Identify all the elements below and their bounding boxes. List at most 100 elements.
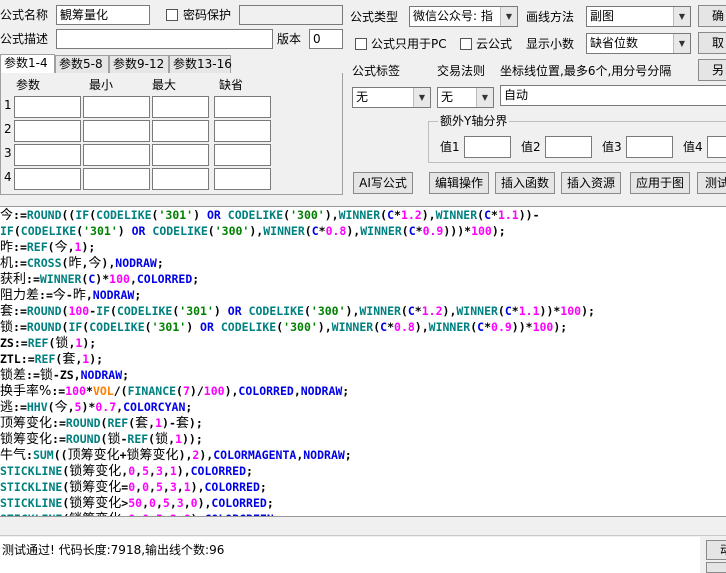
cancel-button[interactable]: 取 [698, 32, 726, 54]
chevron-down-icon: ▼ [476, 88, 493, 107]
code-line: 今:=ROUND((IF(CODELIKE('301') OR CODELIKE… [0, 208, 540, 223]
chevron-down-icon: ▼ [673, 7, 690, 26]
code-line: 机:=CROSS(昨,今),NODRAW; [0, 256, 164, 271]
axis-value3-input[interactable] [626, 136, 673, 158]
param-name-cell[interactable] [14, 144, 81, 166]
formula-desc-label: 公式描述 [0, 32, 49, 46]
decimals-label: 显示小数 [526, 37, 575, 51]
tab-params-9-12[interactable]: 参数9-12 [109, 55, 169, 73]
edit-operation-button[interactable]: 编辑操作 [429, 172, 489, 194]
param-name-cell[interactable] [14, 168, 81, 190]
param-min-cell[interactable] [83, 120, 150, 142]
axis-value2-label: 值2 [521, 140, 541, 154]
status-panel: 测试通过! 代码长度:7918,输出线个数:96 [0, 537, 700, 573]
code-line: IF(CODELIKE('301') OR CODELIKE('300'),WI… [0, 224, 506, 238]
password-input[interactable] [239, 5, 343, 25]
param-name-cell[interactable] [14, 120, 81, 142]
param-name-cell[interactable] [14, 96, 81, 118]
password-checkbox[interactable] [166, 9, 178, 21]
param-default-cell[interactable] [214, 168, 271, 190]
chevron-down-icon: ▼ [500, 7, 517, 26]
chevron-down-icon: ▼ [413, 88, 430, 107]
code-line: ZTL:=REF(套,1); [0, 352, 104, 367]
code-line: 阻力差:=今-昨,NODRAW; [0, 288, 142, 303]
code-line: 锁差:=锁-ZS,NODRAW; [0, 368, 130, 383]
param-min-cell[interactable] [83, 168, 150, 190]
tab-params-13-16[interactable]: 参数13-16 [169, 55, 232, 73]
pc-only-label: 公式只用于PC [371, 37, 447, 51]
axis-value3-label: 值3 [602, 140, 622, 154]
draw-method-value: 副图 [590, 9, 615, 23]
formula-name-input[interactable]: 観筹量化 [56, 5, 150, 25]
insert-resource-button[interactable]: 插入资源 [561, 172, 621, 194]
param-default-cell[interactable] [214, 120, 271, 142]
param-max-cell[interactable] [152, 120, 209, 142]
formula-name-label: 公式名称 [0, 8, 49, 22]
code-line: STICKLINE(锁筹变化,0,5,3,1),COLORRED; [0, 464, 253, 479]
formula-desc-input[interactable] [56, 29, 273, 49]
param-row-num: 3 [4, 146, 12, 160]
formula-tag-select[interactable]: 无 ▼ [352, 87, 431, 108]
save-as-button[interactable]: 另 [698, 59, 726, 81]
axis-value4-input[interactable] [707, 136, 726, 158]
extra-y-axis-label: 额外Y轴分界 [438, 114, 510, 128]
param-header-max: 最大 [152, 78, 177, 92]
confirm-button[interactable]: 确 [698, 5, 726, 27]
param-row-num: 1 [4, 98, 12, 112]
ai-write-formula-button[interactable]: AI写公式 [353, 172, 413, 194]
cloud-label: 云公式 [476, 37, 513, 51]
draw-method-select[interactable]: 副图 ▼ [586, 6, 691, 27]
code-line: 锁筹变化:=ROUND(锁-REF(锁,1)); [0, 432, 203, 447]
param-max-cell[interactable] [152, 168, 209, 190]
code-line: STICKLINE(锁筹变化=0,0,5,3,1),COLORRED; [0, 480, 267, 495]
formula-tag-label: 公式标签 [352, 64, 401, 78]
code-line: 昨:=REF(今,1); [0, 240, 96, 255]
code-editor[interactable]: 今:=ROUND((IF(CODELIKE('301') OR CODELIKE… [0, 206, 726, 517]
param-default-cell[interactable] [214, 144, 271, 166]
decimals-select[interactable]: 缺省位数 ▼ [586, 33, 691, 54]
formula-type-label: 公式类型 [350, 10, 399, 24]
side-button[interactable]: 动 [706, 540, 726, 560]
formula-type-value: 微信公众号: 指 [413, 9, 493, 23]
param-max-cell[interactable] [152, 144, 209, 166]
trade-rule-select[interactable]: 无 ▼ [437, 87, 494, 108]
decimals-value: 缺省位数 [590, 36, 639, 50]
pc-only-checkbox[interactable] [355, 38, 367, 50]
axis-value1-input[interactable] [464, 136, 511, 158]
code-line: 顶筹变化:=ROUND(REF(套,1)-套); [0, 416, 203, 431]
param-default-cell[interactable] [214, 96, 271, 118]
formula-type-select[interactable]: 微信公众号: 指 ▼ [409, 6, 518, 27]
code-line: STICKLINE(锁筹变化>50,0,5,3,0),COLORRED; [0, 496, 274, 511]
param-max-cell[interactable] [152, 96, 209, 118]
param-header-name: 参数 [16, 78, 41, 92]
axis-value2-input[interactable] [545, 136, 592, 158]
code-line: ZS:=REF(锁,1); [0, 336, 97, 351]
axis-value4-label: 值4 [683, 140, 703, 154]
trade-rule-label: 交易法则 [437, 64, 486, 78]
param-min-cell[interactable] [83, 144, 150, 166]
coord-line-input[interactable]: 自动 [500, 85, 726, 106]
apply-to-chart-button[interactable]: 应用于图 [630, 172, 690, 194]
coord-line-label: 坐标线位置,最多6个,用分号分隔 [500, 64, 672, 78]
test-formula-button[interactable]: 测试 [697, 172, 726, 194]
trade-rule-value: 无 [441, 90, 454, 104]
insert-function-button[interactable]: 插入函数 [495, 172, 555, 194]
tab-params-1-4[interactable]: 参数1-4 [0, 54, 55, 74]
code-line: 逃:=HHV(今,5)*0.7,COLORCYAN; [0, 400, 193, 415]
code-line: 套:=ROUND(100-IF(CODELIKE('301') OR CODEL… [0, 304, 595, 319]
param-row-num: 2 [4, 122, 12, 136]
editor-scrollbar[interactable] [0, 518, 726, 536]
chevron-down-icon: ▼ [673, 34, 690, 53]
draw-method-label: 画线方法 [526, 10, 575, 24]
param-row-num: 4 [4, 170, 12, 184]
status-message: 测试通过! 代码长度:7918,输出线个数:96 [2, 543, 225, 557]
param-min-cell[interactable] [83, 96, 150, 118]
side-button-lower[interactable] [706, 562, 726, 573]
param-header-default: 缺省 [219, 78, 244, 92]
param-header-min: 最小 [89, 78, 114, 92]
cloud-checkbox[interactable] [460, 38, 472, 50]
code-line: STICKLINE(锁筹变化<0,0,5,3,0),COLORGREEN; [0, 511, 726, 516]
version-label: 版本 [277, 32, 302, 46]
tab-params-5-8[interactable]: 参数5-8 [55, 55, 109, 73]
version-input[interactable]: 0 [309, 29, 343, 49]
